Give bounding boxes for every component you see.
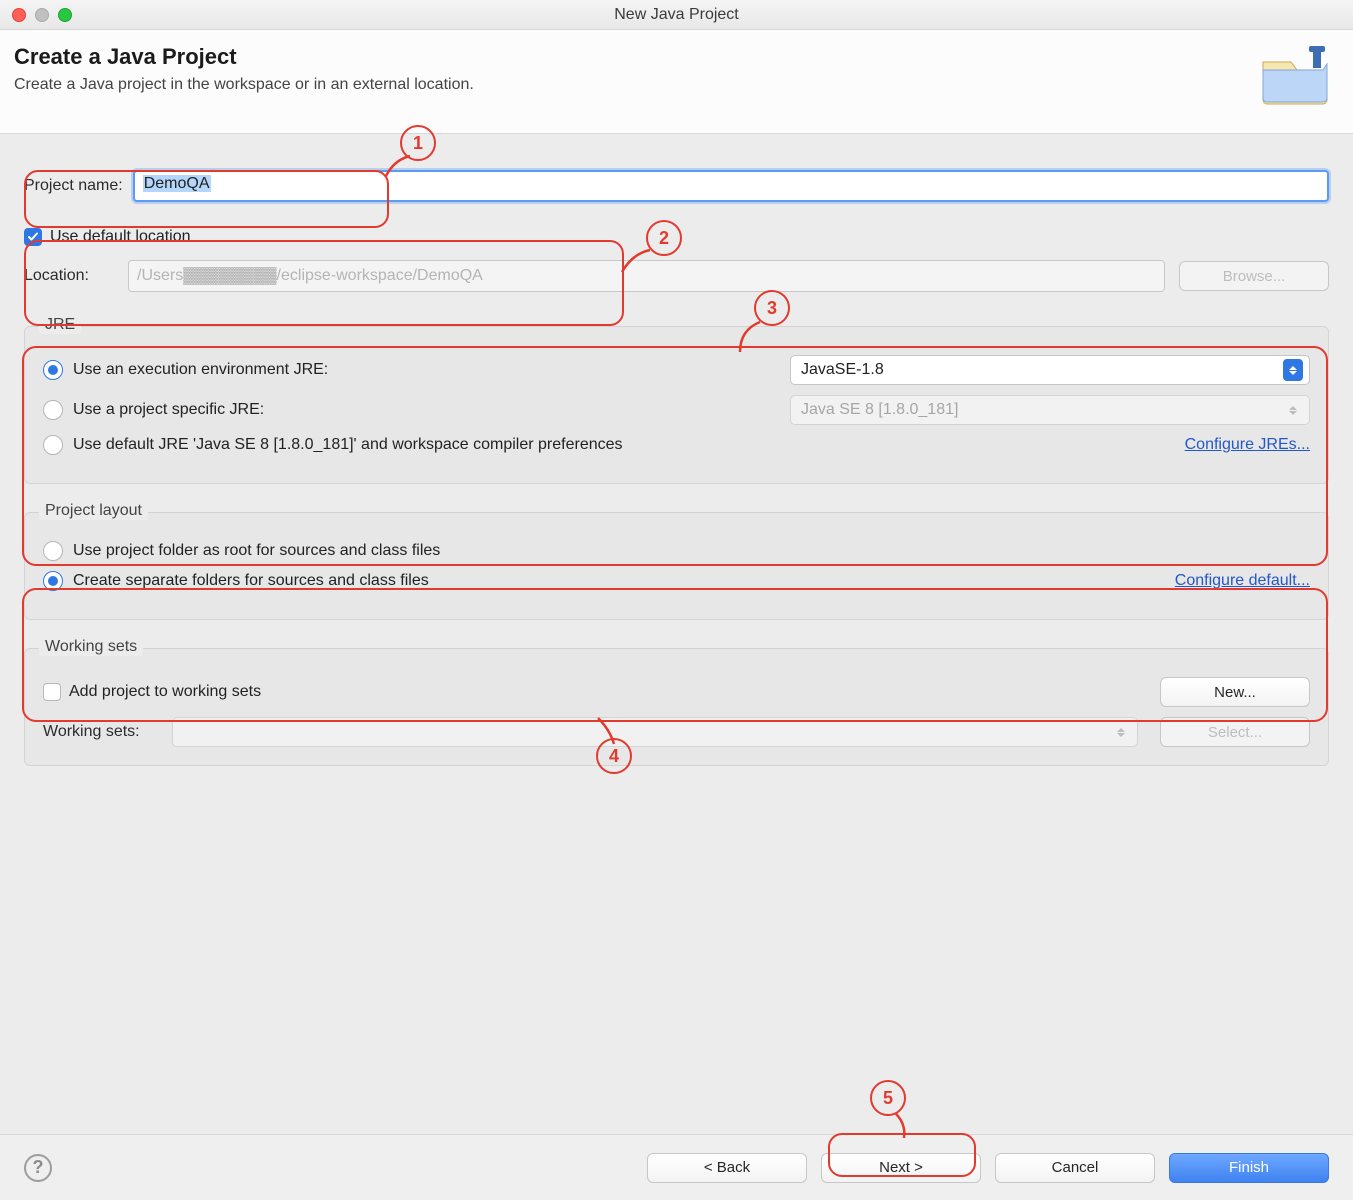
cancel-button[interactable]: Cancel — [995, 1153, 1155, 1183]
configure-default-link[interactable]: Configure default... — [1175, 572, 1310, 590]
jre-exec-env-label: Use an execution environment JRE: — [73, 361, 328, 379]
jre-exec-env-value: JavaSE-1.8 — [801, 361, 884, 379]
working-sets-group: Working sets Add project to working sets… — [24, 648, 1329, 766]
working-sets-combo — [172, 717, 1138, 747]
updown-caret-icon — [1283, 399, 1303, 421]
use-default-location-label: Use default location — [50, 228, 191, 246]
project-name-label: Project name: — [24, 177, 123, 195]
jre-project-specific-radio[interactable] — [43, 400, 63, 420]
layout-root-radio[interactable] — [43, 541, 63, 561]
jre-exec-env-combo[interactable]: JavaSE-1.8 — [790, 355, 1310, 385]
select-working-sets-button[interactable]: Select... — [1160, 717, 1310, 747]
jre-exec-env-radio[interactable] — [43, 360, 63, 380]
wizard-footer: ? < Back Next > Cancel Finish — [0, 1134, 1353, 1200]
layout-root-label: Use project folder as root for sources a… — [73, 542, 440, 560]
use-default-location-checkbox[interactable] — [24, 228, 42, 246]
project-folder-icon — [1259, 44, 1331, 113]
layout-separate-radio[interactable] — [43, 571, 63, 591]
jre-group-title: JRE — [39, 316, 81, 334]
page-subtitle: Create a Java project in the workspace o… — [14, 76, 474, 94]
wizard-content: Project name: DemoQA Use default locatio… — [0, 134, 1353, 766]
next-button[interactable]: Next > — [821, 1153, 981, 1183]
jre-project-specific-combo: Java SE 8 [1.8.0_181] — [790, 395, 1310, 425]
help-icon[interactable]: ? — [24, 1154, 52, 1182]
jre-project-specific-label: Use a project specific JRE: — [73, 401, 264, 419]
working-sets-title: Working sets — [39, 638, 143, 656]
new-working-set-button[interactable]: New... — [1160, 677, 1310, 707]
working-sets-label: Working sets: — [43, 723, 140, 741]
jre-default-label: Use default JRE 'Java SE 8 [1.8.0_181]' … — [73, 436, 623, 454]
window-title: New Java Project — [0, 6, 1353, 24]
back-button[interactable]: < Back — [647, 1153, 807, 1183]
browse-button[interactable]: Browse... — [1179, 261, 1329, 291]
wizard-header: Create a Java Project Create a Java proj… — [0, 30, 1353, 134]
location-label: Location: — [24, 267, 104, 285]
page-title: Create a Java Project — [14, 44, 474, 70]
updown-caret-icon — [1283, 359, 1303, 381]
titlebar: New Java Project — [0, 0, 1353, 30]
project-layout-group: Project layout Use project folder as roo… — [24, 512, 1329, 620]
project-name-row: Project name: DemoQA — [24, 170, 1329, 202]
project-layout-title: Project layout — [39, 502, 148, 520]
finish-button[interactable]: Finish — [1169, 1153, 1329, 1183]
add-to-working-sets-checkbox[interactable] — [43, 683, 61, 701]
layout-separate-label: Create separate folders for sources and … — [73, 572, 429, 590]
jre-group: JRE Use an execution environment JRE: Ja… — [24, 326, 1329, 484]
location-input — [128, 260, 1165, 292]
jre-project-specific-value: Java SE 8 [1.8.0_181] — [801, 401, 958, 419]
annotation-bubble-5: 5 — [870, 1080, 906, 1116]
location-row: Location: Browse... — [24, 260, 1329, 292]
use-default-location-row: Use default location — [24, 228, 1329, 246]
updown-caret-icon — [1111, 721, 1131, 743]
configure-jres-link[interactable]: Configure JREs... — [1185, 436, 1310, 454]
project-name-input[interactable] — [133, 170, 1329, 202]
jre-default-radio[interactable] — [43, 435, 63, 455]
add-to-working-sets-label: Add project to working sets — [69, 683, 261, 701]
